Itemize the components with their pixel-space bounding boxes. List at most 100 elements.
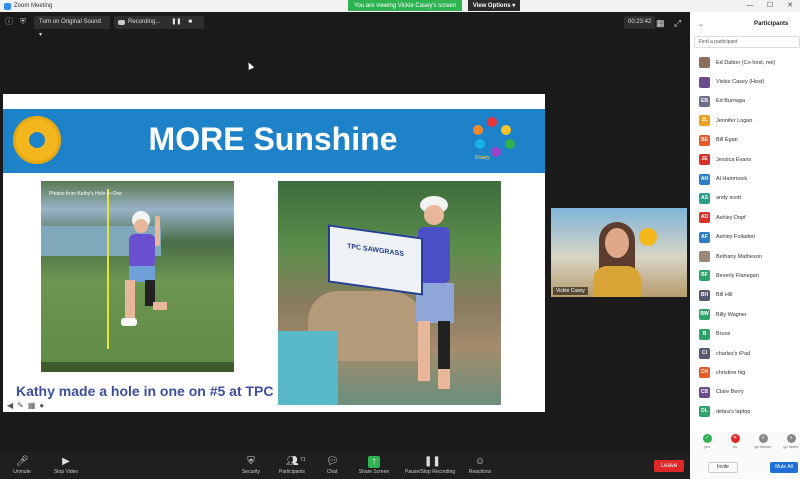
participant-row[interactable]: EB Ed Burnaga [690, 92, 800, 111]
pennant-text: TPC SAWGRASS [347, 243, 404, 258]
gallery-view-icon[interactable]: ▦ [656, 18, 666, 28]
reaction-icon: ✓ [702, 434, 712, 443]
participant-row[interactable]: AD Ashley Dopf [690, 208, 800, 227]
share-screen-button[interactable]: ↑ Share Screen [354, 456, 394, 475]
reaction-label: no [732, 444, 738, 449]
close-icon[interactable]: ✕ [780, 0, 800, 12]
minimize-icon[interactable]: — [740, 0, 760, 12]
pause-recording-icon[interactable]: ❚❚ [171, 16, 181, 29]
mute-all-button[interactable]: Mute All [770, 462, 798, 473]
recording-indicator: Recording... ❚❚ ■ [114, 16, 204, 29]
participant-row[interactable]: Bethany Matheson [690, 247, 800, 266]
avatar: AH [699, 173, 710, 185]
participant-name: Bill Hill [716, 292, 733, 299]
participants-icon: 👥︎ [286, 456, 299, 467]
reaction-go-faster[interactable]: » go faster [782, 434, 800, 449]
participant-row[interactable]: BE Bill Egan [690, 131, 800, 150]
security-button[interactable]: ⛨ Security [231, 456, 271, 475]
zoom-app-icon [4, 2, 11, 10]
participant-row[interactable]: AH Al Hammock [690, 169, 800, 188]
more-icon[interactable]: ● [39, 401, 44, 410]
original-sound-button[interactable]: Turn on Original Sound ▾ [34, 16, 110, 38]
participant-name: Bethany Matheson [716, 253, 762, 260]
find-participant-input[interactable]: Find a participant [694, 36, 800, 48]
avatar: CH [699, 367, 710, 379]
participant-name: andy scott [716, 195, 742, 202]
participant-name: Bruce [716, 331, 731, 338]
pause-stop-icon: ❚❚ [424, 456, 441, 467]
participant-row[interactable]: JE Jessica Evans [690, 150, 800, 169]
participant-name: Ed Dalton (Co-host, me) [716, 59, 776, 66]
golfer-with-pennant-figure [416, 196, 454, 389]
participant-name: debra's laptop [716, 408, 751, 415]
golf-photo-hole-in-one: Photos from Kathy's Hole-in-One [41, 181, 234, 372]
participant-name: Ashley Folladori [716, 234, 756, 241]
participant-row[interactable]: AS andy scott [690, 189, 800, 208]
slide-caption: Kathy made a hole in one on #5 at TPC [16, 383, 274, 399]
zoom-meeting-window: Zoom Meeting You are viewing Vickie Case… [0, 0, 800, 479]
invite-button[interactable]: Invite [708, 462, 738, 473]
stop-video-button[interactable]: ▶ Stop Video [46, 456, 86, 475]
chat-button[interactable]: 💬︎ Chat [312, 456, 352, 475]
participant-name: Jessica Evans [716, 156, 752, 163]
participant-row[interactable]: BF Beverly Flanegan [690, 266, 800, 285]
reaction-label: go slower [754, 444, 772, 449]
avatar: AS [699, 192, 710, 204]
participant-row[interactable]: B Bruce [690, 324, 800, 343]
avatar: JL [699, 115, 710, 127]
fullscreen-icon[interactable]: ⤢ [674, 18, 684, 28]
participant-row[interactable]: Vickie Casey (Host) [690, 72, 800, 91]
avatar: CI [699, 348, 710, 360]
participants-button[interactable]: 👥︎ Participants [272, 456, 312, 475]
info-icon[interactable]: ⓘ [4, 17, 14, 27]
participant-row[interactable]: JL Jennifer Logan [690, 111, 800, 130]
pause-stop-recording-button[interactable]: ❚❚ Pause/Stop Recording [405, 456, 455, 475]
rotary-wheel-logo [13, 116, 61, 164]
reaction-go-slower[interactable]: «go slower [754, 434, 772, 449]
participants-panel: ⌄ Participants Find a participant Ed Dal… [690, 12, 800, 479]
meeting-topbar: ⓘ ⛨ Turn on Original Sound ▾ Recording..… [0, 16, 690, 38]
meeting-toolbar: 🎤︎ Unmute ▶ Stop Video ⛨ Security 👥︎ Par… [0, 452, 690, 479]
window-title: Zoom Meeting [14, 3, 53, 9]
chevron-down-icon[interactable]: ⌄ [698, 20, 704, 28]
participant-row[interactable]: CI charles's iPad [690, 344, 800, 363]
participants-count: 71 [300, 457, 306, 463]
participant-row[interactable]: BH Bill Hill [690, 286, 800, 305]
slide-grid-icon[interactable]: ▦ [28, 401, 36, 410]
pen-icon[interactable]: ✎ [17, 401, 24, 410]
participant-name: Al Hammock [716, 176, 748, 183]
maximize-icon[interactable]: ☐ [760, 0, 780, 12]
participant-name: charles's iPad [716, 350, 751, 357]
reaction-label: yes [703, 444, 711, 449]
slide-header-band: MORE Sunshine Rotary [3, 109, 545, 173]
view-options-button[interactable]: View Options ▾ [468, 0, 520, 11]
participant-row[interactable]: CH christine hig [690, 363, 800, 382]
share-screen-icon: ↑ [368, 456, 380, 468]
arrow-left-icon[interactable]: ◀ [7, 401, 13, 410]
participant-row[interactable]: AF Ashley Folladori [690, 228, 800, 247]
reaction-no[interactable]: ✕ no [726, 434, 744, 449]
leave-button[interactable]: Leave [654, 460, 684, 472]
speaker-video-thumbnail[interactable]: Vickie Casey [551, 208, 687, 297]
participant-row[interactable]: CB Clare Berry [690, 383, 800, 402]
participant-name: Bill Egan [716, 137, 738, 144]
shield-icon[interactable]: ⛨ [18, 17, 28, 27]
stop-recording-icon[interactable]: ■ [188, 16, 192, 29]
cloud-icon [118, 20, 125, 25]
reaction-yes[interactable]: ✓ yes [698, 434, 716, 449]
participant-row[interactable]: DL debra's laptop [690, 402, 800, 421]
participant-name: Clare Berry [716, 389, 744, 396]
golf-flagpole [107, 189, 109, 349]
avatar [699, 76, 710, 88]
participant-name: Ed Burnaga [716, 98, 746, 105]
unmute-button[interactable]: 🎤︎ Unmute [2, 456, 42, 475]
annotation-tools: ◀ ✎ ▦ ● [7, 401, 44, 410]
reactions-button[interactable]: ☺ Reactions [460, 456, 500, 475]
recording-label: Recording... [128, 19, 161, 25]
meeting-stage: ⓘ ⛨ Turn on Original Sound ▾ Recording..… [0, 12, 690, 452]
participants-panel-title: Participants [754, 21, 789, 27]
participant-row[interactable]: BW Billy Wagner [690, 305, 800, 324]
avatar: BF [699, 270, 710, 282]
participant-row[interactable]: Ed Dalton (Co-host, me) [690, 53, 800, 72]
viewing-screen-banner: You are viewing Vickie Casey's screen [348, 0, 463, 11]
